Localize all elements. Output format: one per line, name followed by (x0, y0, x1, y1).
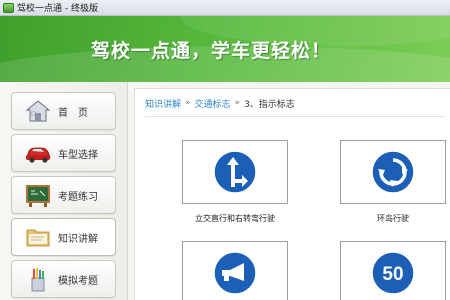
horn-sign-icon (213, 251, 257, 295)
sign-card[interactable] (182, 140, 288, 204)
minimum-speed-sign-icon: 50 (371, 251, 415, 295)
breadcrumb-separator: » (234, 98, 241, 108)
main-content: 知识讲解 » 交通标志 » 3、指示标志 立交直行和右转弯行驶 环岛行驶 50 (128, 82, 450, 300)
sign-card[interactable]: 50 (340, 241, 446, 300)
breadcrumb-separator: » (185, 98, 191, 108)
sidebar-item-label: 车型选择 (58, 149, 98, 161)
sidebar-item-label: 考题练习 (58, 191, 98, 203)
window-title: 驾校一点通 - 终极版 (17, 4, 98, 14)
sidebar-item-home[interactable]: 首 页 (11, 92, 116, 130)
sign-card[interactable] (340, 140, 446, 204)
roundabout-sign-icon (371, 150, 415, 194)
sidebar-item-label: 首 页 (58, 107, 88, 119)
sidebar-item-knowledge[interactable]: 知识讲解 (11, 218, 116, 256)
pencil-cup-icon (31, 268, 45, 292)
content-panel: 知识讲解 » 交通标志 » 3、指示标志 立交直行和右转弯行驶 环岛行驶 50 (134, 88, 450, 300)
sign-card[interactable] (182, 241, 288, 300)
sidebar: 首 页 车型选择 考题练习 知识讲解 模拟考题 (0, 82, 128, 300)
sign-caption: 立交直行和右转弯行驶 (195, 214, 275, 223)
banner-slogan: 驾校一点通，学车更轻松！ (91, 40, 332, 62)
breadcrumb: 知识讲解 » 交通标志 » 3、指示标志 (145, 93, 295, 113)
sidebar-item-label: 知识讲解 (58, 233, 98, 245)
sign-caption: 环岛行驶 (377, 214, 409, 223)
breadcrumb-link-knowledge[interactable]: 知识讲解 (145, 97, 181, 110)
house-icon (25, 100, 51, 122)
app-icon (3, 2, 14, 13)
breadcrumb-current: 3、指示标志 (244, 99, 295, 110)
breadcrumb-divider (145, 116, 445, 117)
sidebar-item-vehicle-type[interactable]: 车型选择 (11, 134, 116, 172)
sidebar-item-practice[interactable]: 考题练习 (11, 176, 116, 214)
red-car-icon (26, 147, 51, 163)
sidebar-item-label: 模拟考题 (58, 275, 98, 287)
sidebar-item-mock-exam[interactable]: 模拟考题 (11, 260, 116, 298)
chalkboard-icon (26, 185, 50, 207)
speed-value: 50 (382, 264, 403, 285)
title-bar: 驾校一点通 - 终极版 (0, 0, 450, 16)
folder-icon (26, 229, 50, 247)
header-banner: 驾校一点通，学车更轻松！ (0, 16, 450, 82)
breadcrumb-link-traffic-signs[interactable]: 交通标志 (195, 97, 231, 110)
straight-and-right-turn-sign-icon (213, 150, 257, 194)
